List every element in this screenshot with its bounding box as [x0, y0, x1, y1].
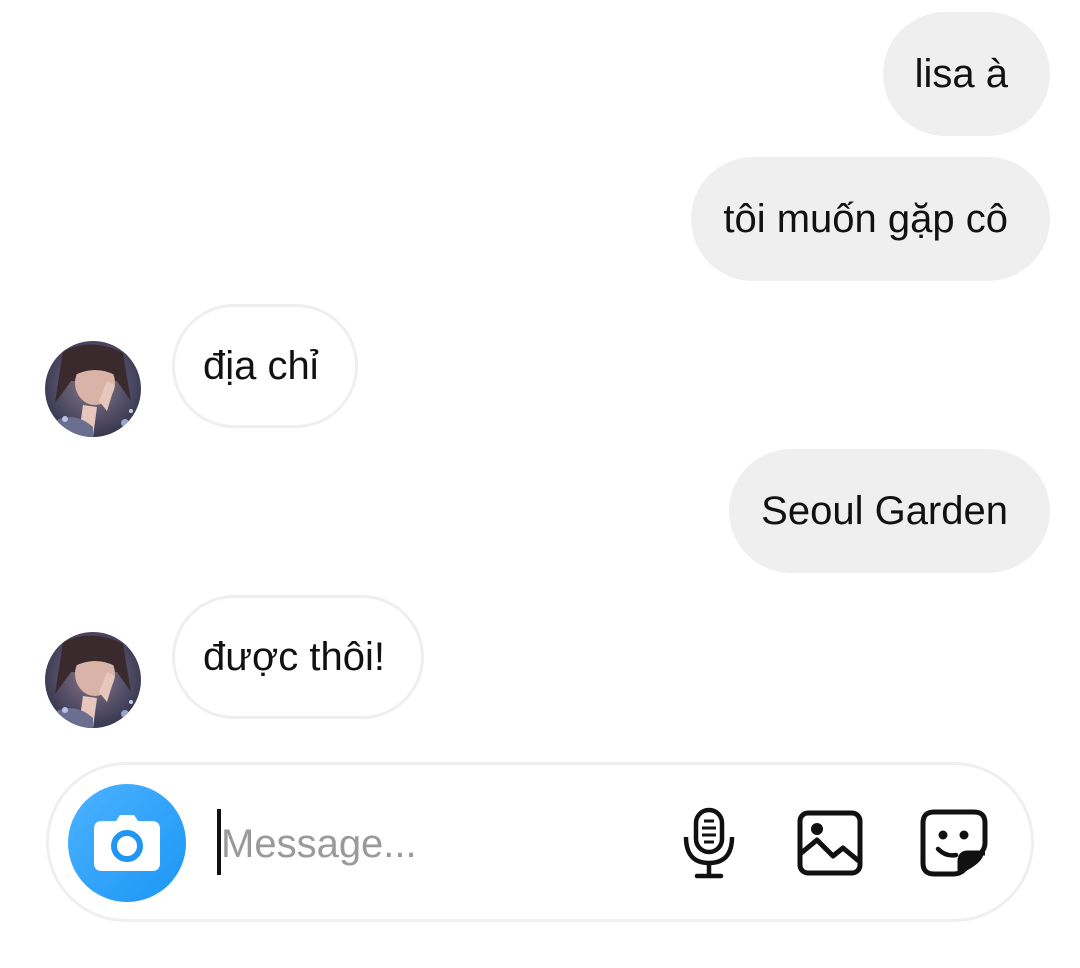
- message-text: địa chỉ: [203, 343, 319, 388]
- text-cursor: [217, 809, 221, 875]
- outgoing-message-bubble[interactable]: tôi muốn gặp cô: [691, 157, 1050, 281]
- message-text: Seoul Garden: [761, 488, 1008, 533]
- voice-message-button[interactable]: [667, 801, 751, 885]
- message-text: được thôi!: [203, 634, 385, 679]
- incoming-message-bubble[interactable]: địa chỉ: [172, 304, 358, 428]
- message-thread: lisa à tôi muốn gặp cô địa chỉ Seoul Gar…: [0, 0, 1080, 968]
- sticker-icon: [920, 809, 988, 877]
- message-text: lisa à: [914, 51, 1008, 96]
- incoming-message-bubble[interactable]: được thôi!: [172, 595, 424, 719]
- outgoing-message-bubble[interactable]: Seoul Garden: [729, 449, 1050, 573]
- microphone-icon: [683, 807, 735, 879]
- message-text: tôi muốn gặp cô: [723, 196, 1008, 241]
- message-input[interactable]: [217, 809, 641, 879]
- sender-avatar[interactable]: [45, 341, 141, 437]
- message-composer: [46, 762, 1034, 922]
- sender-avatar[interactable]: [45, 632, 141, 728]
- image-icon: [797, 810, 863, 876]
- gallery-button[interactable]: [788, 801, 872, 885]
- outgoing-message-bubble[interactable]: lisa à: [882, 12, 1050, 136]
- sticker-button[interactable]: [912, 801, 996, 885]
- camera-icon: [94, 815, 160, 871]
- camera-button[interactable]: [68, 784, 186, 902]
